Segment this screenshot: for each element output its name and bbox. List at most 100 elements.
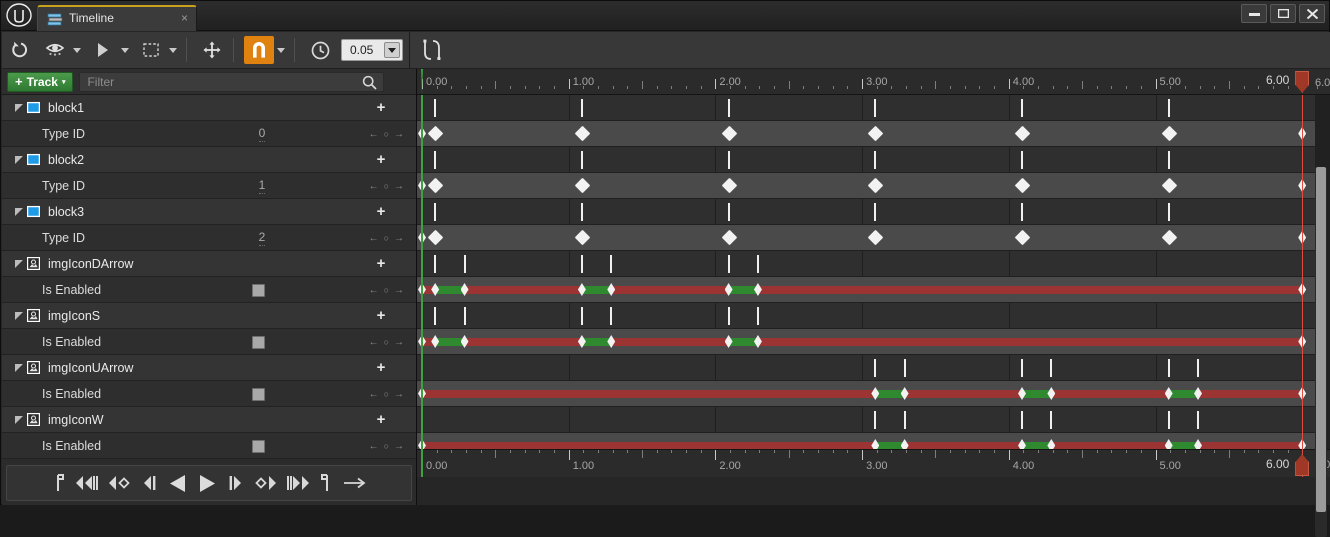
timeline-tab[interactable]: Timeline × — [37, 5, 197, 31]
previous-key-icon[interactable]: ← — [369, 233, 379, 244]
set-key-icon[interactable]: ○ — [384, 233, 389, 243]
section-key-marker[interactable] — [610, 307, 613, 325]
property-checkbox-imgIconDArrow[interactable] — [252, 284, 265, 297]
key-nav-imgIconUArrow[interactable]: ← ○ → — [369, 381, 404, 407]
play-options-button[interactable] — [88, 36, 118, 64]
timeline-object-row-imgIconDArrow[interactable] — [417, 251, 1315, 277]
property-row-imgIconW[interactable]: Is Enabled ← ○ → — [2, 433, 416, 459]
key-nav-imgIconW[interactable]: ← ○ → — [369, 433, 404, 459]
section-key-marker[interactable] — [727, 151, 730, 169]
playhead-line[interactable] — [1302, 95, 1304, 477]
snap-toggle-button[interactable] — [244, 36, 274, 64]
play-reverse[interactable] — [169, 472, 187, 494]
section-key-marker[interactable] — [903, 411, 906, 429]
section-key-marker[interactable] — [434, 99, 437, 117]
add-key-button-block3[interactable]: + — [374, 204, 388, 219]
timeline-property-row-imgIconUArrow[interactable] — [417, 381, 1315, 407]
keyframe-diamond[interactable] — [868, 177, 884, 194]
selection-button[interactable] — [136, 36, 166, 64]
visibility-dropdown-caret[interactable] — [70, 36, 84, 64]
keyframe-diamond[interactable] — [427, 177, 444, 194]
next-key-icon[interactable]: → — [394, 233, 404, 244]
key-nav-block1[interactable]: ← ○ → — [369, 121, 404, 147]
keyframe-diamond[interactable] — [900, 387, 909, 400]
boolean-section-bar[interactable] — [417, 286, 1315, 294]
section-key-marker[interactable] — [463, 307, 466, 325]
curve-editor-button[interactable] — [418, 36, 448, 64]
keyframe-diamond[interactable] — [427, 125, 444, 142]
vertical-scrollbar-thumb[interactable] — [1316, 167, 1326, 512]
next-key-icon[interactable]: → — [394, 389, 404, 400]
section-key-marker[interactable] — [874, 99, 877, 117]
section-key-marker[interactable] — [610, 255, 613, 273]
keyframe-diamond[interactable] — [1161, 177, 1177, 194]
previous-key-icon[interactable]: ← — [369, 389, 379, 400]
key-nav-block3[interactable]: ← ○ → — [369, 225, 404, 251]
track-expander-imgIconDArrow[interactable] — [12, 259, 26, 268]
property-checkbox-imgIconW[interactable] — [252, 440, 265, 453]
keyframe-diamond[interactable] — [1194, 387, 1203, 400]
previous-key-icon[interactable]: ← — [369, 181, 379, 192]
property-row-imgIconDArrow[interactable]: Is Enabled ← ○ → — [2, 277, 416, 303]
set-key-icon[interactable]: ○ — [384, 129, 389, 139]
keyframe-diamond[interactable] — [574, 229, 591, 246]
set-key-icon[interactable]: ○ — [384, 441, 389, 451]
keyframe-diamond[interactable] — [1018, 387, 1026, 400]
playback-start-marker[interactable] — [421, 69, 423, 94]
track-expander-imgIconW[interactable] — [12, 415, 26, 424]
step-forward[interactable] — [227, 472, 243, 494]
keyframe-diamond[interactable] — [871, 387, 880, 400]
section-key-marker[interactable] — [727, 99, 730, 117]
set-key-icon[interactable]: ○ — [384, 337, 389, 347]
section-key-marker[interactable] — [727, 255, 730, 273]
add-key-button-imgIconS[interactable]: + — [374, 308, 388, 323]
timeline-property-row-block1[interactable] — [417, 121, 1315, 147]
add-track-button[interactable]: + Track ▾ — [7, 71, 74, 92]
set-key-icon[interactable]: ○ — [384, 181, 389, 191]
keyframe-diamond[interactable] — [753, 335, 762, 348]
keyframe-diamond[interactable] — [721, 229, 737, 246]
section-key-marker[interactable] — [1021, 359, 1023, 377]
keyframe-diamond[interactable] — [1014, 177, 1031, 194]
keyframe-diamond[interactable] — [1014, 125, 1031, 142]
timeline-object-row-imgIconUArrow[interactable] — [417, 355, 1315, 381]
section-key-marker[interactable] — [1197, 411, 1200, 429]
section-key-marker[interactable] — [1021, 151, 1023, 169]
visibility-button[interactable] — [40, 36, 70, 64]
jump-to-previous-section[interactable] — [76, 472, 98, 494]
previous-key-icon[interactable]: ← — [369, 441, 379, 452]
section-key-marker[interactable] — [756, 255, 759, 273]
next-key[interactable] — [254, 472, 276, 494]
track-expander-block1[interactable] — [12, 103, 26, 112]
section-key-marker[interactable] — [580, 255, 583, 273]
add-key-button-block1[interactable]: + — [374, 100, 388, 115]
section-key-marker[interactable] — [434, 203, 437, 221]
section-key-marker[interactable] — [874, 151, 877, 169]
section-key-marker[interactable] — [1167, 203, 1170, 221]
timeline-track-area[interactable] — [417, 95, 1315, 477]
keyframe-diamond[interactable] — [427, 229, 444, 246]
set-key-icon[interactable]: ○ — [384, 389, 389, 399]
key-nav-block2[interactable]: ← ○ → — [369, 173, 404, 199]
keyframe-diamond[interactable] — [607, 335, 616, 348]
section-key-marker[interactable] — [1197, 359, 1200, 377]
section-key-marker[interactable] — [434, 151, 437, 169]
property-checkbox-imgIconUArrow[interactable] — [252, 388, 265, 401]
track-expander-block3[interactable] — [12, 207, 26, 216]
section-key-marker[interactable] — [1167, 151, 1170, 169]
keyframe-diamond[interactable] — [1164, 387, 1173, 400]
minimize-button[interactable] — [1241, 4, 1267, 23]
section-key-marker[interactable] — [580, 151, 583, 169]
timeline-property-row-block2[interactable] — [417, 173, 1315, 199]
next-key-icon[interactable]: → — [394, 181, 404, 192]
section-key-marker[interactable] — [434, 255, 437, 273]
snap-interval-field[interactable]: 0.05 — [341, 39, 403, 61]
previous-key-icon[interactable]: ← — [369, 129, 379, 140]
close-button[interactable] — [1299, 4, 1325, 23]
track-row-imgIconUArrow[interactable]: imgIconUArrow + — [2, 355, 416, 381]
add-key-button-block2[interactable]: + — [374, 152, 388, 167]
loop-mode[interactable] — [344, 472, 366, 494]
undo-button[interactable] — [6, 36, 36, 64]
step-backward[interactable] — [142, 472, 158, 494]
keyframe-diamond[interactable] — [577, 335, 586, 348]
